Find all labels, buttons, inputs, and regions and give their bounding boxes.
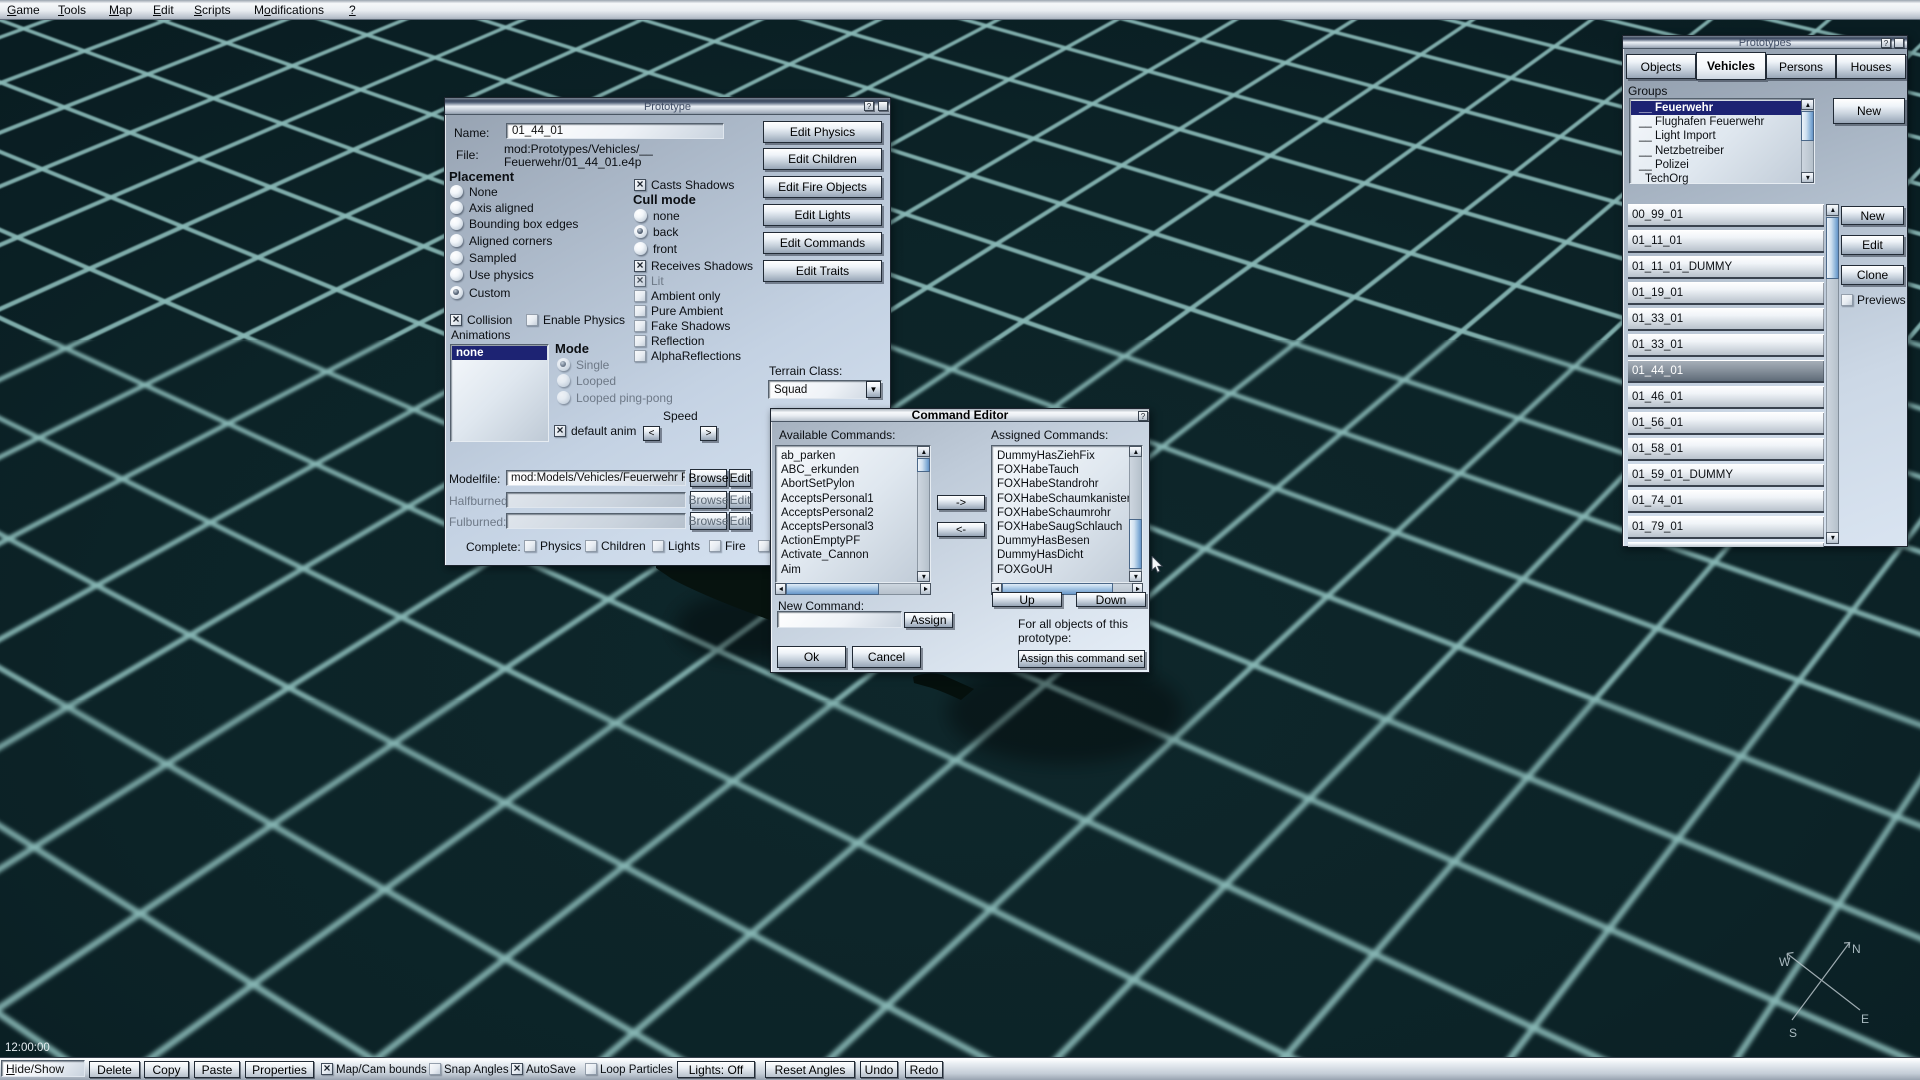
svg-text:S: S: [1789, 1026, 1797, 1040]
svg-text:N: N: [1852, 942, 1861, 956]
svg-text:W: W: [1779, 955, 1791, 969]
svg-text:E: E: [1861, 1012, 1869, 1026]
